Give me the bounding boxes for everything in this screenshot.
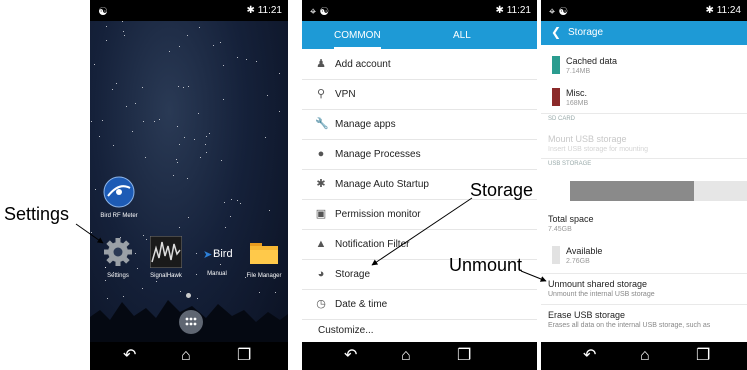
annotation-arrows <box>75 197 547 282</box>
arrow-to-unmount <box>520 270 547 282</box>
arrow-to-settings <box>75 223 104 244</box>
arrow-to-storage <box>371 197 473 266</box>
